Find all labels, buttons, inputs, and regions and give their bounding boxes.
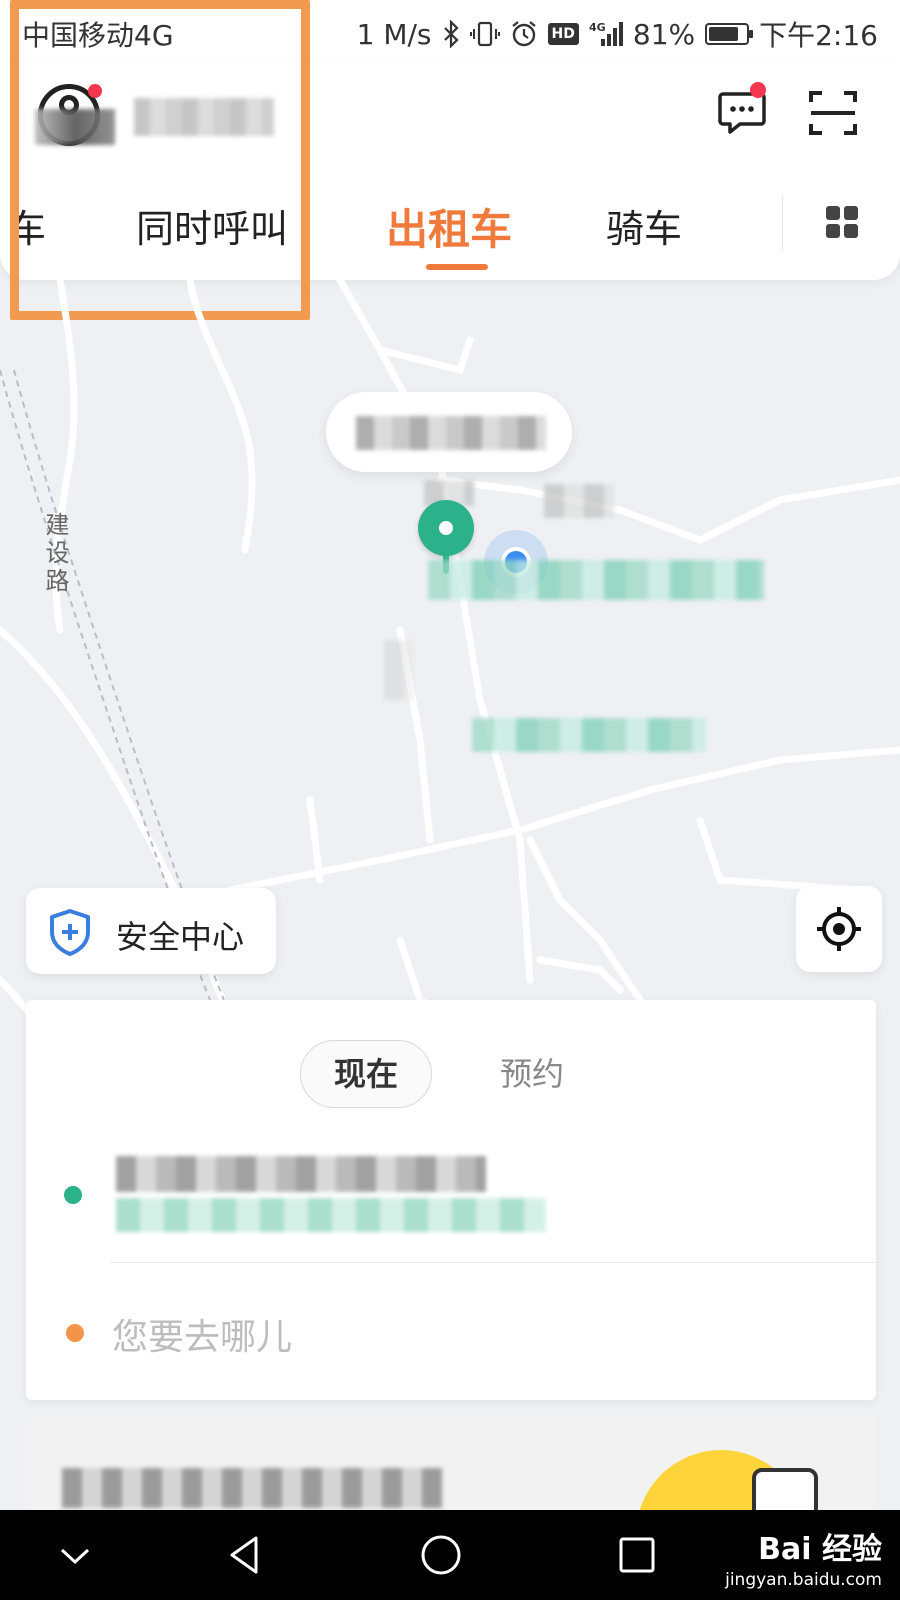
more-services-icon[interactable] — [826, 206, 858, 238]
scan-icon[interactable] — [808, 88, 858, 138]
destination-input[interactable]: 您要去哪儿 — [112, 1308, 292, 1360]
redacted-location-text — [428, 560, 764, 600]
vibrate-icon — [469, 20, 500, 48]
signal-icon: 4G — [589, 20, 623, 48]
promo-text-redacted — [62, 1468, 442, 1508]
safety-center-button[interactable]: 安全中心 — [26, 888, 276, 974]
ride-panel: 现在 预约 您要去哪儿 — [26, 1000, 876, 1400]
back-icon[interactable] — [220, 1530, 270, 1580]
pickup-address-redacted[interactable] — [116, 1156, 486, 1192]
tab-reserve[interactable]: 预约 — [500, 1040, 564, 1108]
tab-taxi[interactable]: 出租车 — [386, 196, 512, 257]
destination-dot-icon — [66, 1324, 84, 1342]
bluetooth-icon — [442, 20, 460, 48]
crosshair-icon — [817, 907, 861, 951]
highlight-box — [10, 0, 310, 320]
road-label: 建设路 — [41, 512, 69, 596]
alarm-icon — [510, 20, 538, 48]
safety-center-label: 安全中心 — [116, 918, 245, 956]
locate-button[interactable] — [796, 886, 882, 972]
network-type: 4G — [589, 21, 606, 34]
redacted-text — [544, 484, 614, 518]
redacted-text — [384, 640, 414, 700]
tab-divider — [782, 196, 783, 250]
collapse-icon[interactable] — [50, 1530, 100, 1580]
promo-banner[interactable] — [26, 1416, 876, 1510]
home-icon[interactable] — [416, 1530, 466, 1580]
battery-percent: 81% — [632, 17, 696, 51]
watermark-title: Bai 经验 — [758, 1532, 882, 1567]
system-nav-bar: Bai 经验 jingyan.baidu.com — [0, 1510, 900, 1600]
pickup-pin-icon — [418, 500, 474, 556]
status-icons: 1 M/s HD 4G 81% 下午2:16 — [357, 14, 878, 54]
pickup-hint-redacted — [116, 1198, 546, 1232]
watermark-url: jingyan.baidu.com — [725, 1570, 882, 1590]
clock: 下午2:16 — [759, 19, 878, 52]
tab-active-indicator — [426, 264, 488, 270]
battery-icon — [705, 23, 754, 45]
row-divider — [110, 1262, 876, 1263]
pickup-bubble[interactable] — [326, 392, 572, 472]
tab-now[interactable]: 现在 — [300, 1040, 432, 1108]
watermark: Bai 经验 jingyan.baidu.com — [725, 1524, 882, 1590]
tab-bike[interactable]: 骑车 — [606, 198, 682, 253]
hd-badge: HD — [547, 23, 579, 45]
pickup-dot-icon — [64, 1186, 82, 1204]
recents-icon[interactable] — [612, 1530, 662, 1580]
phone-illustration — [752, 1468, 818, 1510]
network-speed: 1 M/s — [356, 17, 432, 51]
shield-icon — [50, 909, 90, 956]
message-notification-dot — [750, 82, 766, 98]
redacted-location-text — [472, 718, 706, 752]
